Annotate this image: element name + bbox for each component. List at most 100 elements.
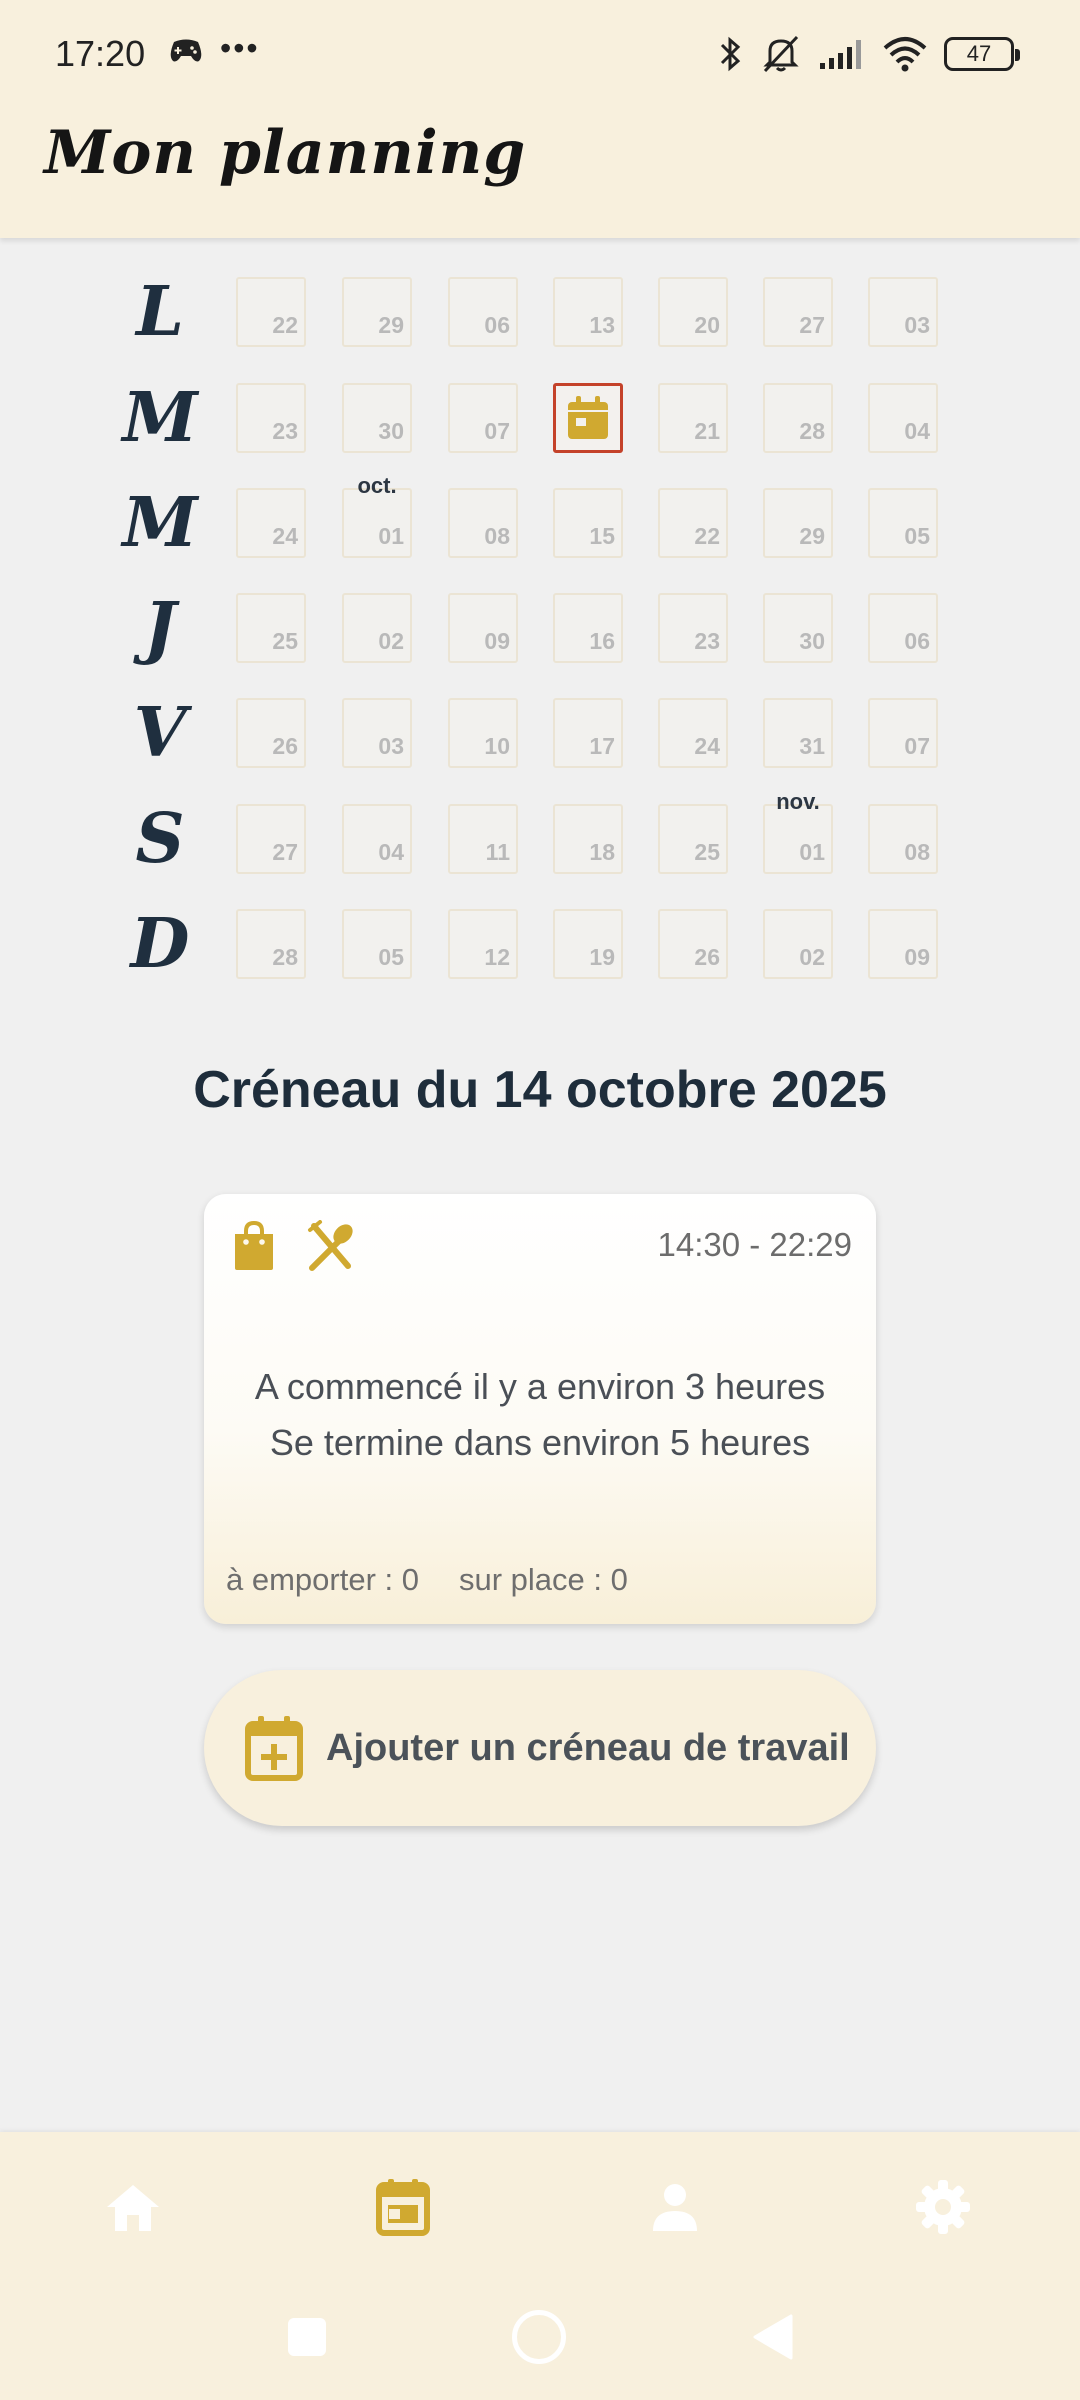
slot-heading: Créneau du 14 octobre 2025 xyxy=(193,1061,887,1119)
calendar-day[interactable]: 12 xyxy=(448,909,518,979)
calendar-day[interactable]: 31 xyxy=(763,698,833,768)
calendar-day[interactable]: 05 xyxy=(868,488,938,558)
calendar-day[interactable]: 08 xyxy=(868,804,938,874)
calendar-day[interactable]: 04 xyxy=(868,383,938,453)
calendar-day[interactable]: 20 xyxy=(658,277,728,347)
nav-home[interactable] xyxy=(98,2172,168,2242)
calendar-day[interactable]: 22 xyxy=(236,277,306,347)
add-shift-button[interactable]: Ajouter un créneau de travail xyxy=(204,1670,876,1826)
calendar-day-number: 25 xyxy=(694,839,720,865)
calendar-day[interactable]: 29 xyxy=(763,488,833,558)
calendar-day[interactable]: 27 xyxy=(236,804,306,874)
calendar-day[interactable]: 02 xyxy=(342,593,412,663)
calendar-day-number: 23 xyxy=(694,628,720,654)
slot-counts: à emporter : 0 sur place : 0 xyxy=(226,1562,628,1598)
dine-in-count: sur place : 0 xyxy=(458,1562,628,1597)
recent-apps-button[interactable] xyxy=(272,2302,342,2372)
calendar-day-number: 17 xyxy=(589,733,615,759)
home-icon xyxy=(107,2185,159,2231)
calendar-day[interactable]: 09 xyxy=(868,909,938,979)
calendar-day-number: 04 xyxy=(904,418,930,444)
calendar-day[interactable]: 19 xyxy=(553,909,623,979)
add-shift-label: Ajouter un créneau de travail xyxy=(326,1726,850,1769)
calendar-day[interactable]: 28 xyxy=(236,909,306,979)
calendar-day-number: 28 xyxy=(272,944,298,970)
calendar-day-number: 03 xyxy=(378,733,404,759)
calendar-day[interactable]: 23 xyxy=(658,593,728,663)
nav-planning[interactable] xyxy=(368,2172,438,2242)
calendar-day[interactable]: 17 xyxy=(553,698,623,768)
calendar-day[interactable]: 02 xyxy=(763,909,833,979)
calendar-day[interactable]: 25 xyxy=(658,804,728,874)
nav-profile[interactable] xyxy=(640,2172,710,2242)
calendar-day[interactable]: 21 xyxy=(658,383,728,453)
calendar-plus-icon xyxy=(245,1716,303,1781)
calendar-day[interactable]: 03 xyxy=(342,698,412,768)
calendar-day-number: 10 xyxy=(484,733,510,759)
calendar-day[interactable]: 06 xyxy=(868,593,938,663)
calendar-day[interactable]: 08 xyxy=(448,488,518,558)
back-button[interactable] xyxy=(738,2302,808,2372)
calendar-day-number: 25 xyxy=(272,628,298,654)
square-icon xyxy=(288,2318,326,2356)
calendar-day-number: 27 xyxy=(272,839,298,865)
calendar-day[interactable]: 29 xyxy=(342,277,412,347)
calendar-day[interactable]: 25 xyxy=(236,593,306,663)
calendar-day[interactable]: 07 xyxy=(448,383,518,453)
calendar-day[interactable]: 27 xyxy=(763,277,833,347)
bluetooth-icon xyxy=(720,36,741,72)
calendar-day[interactable]: 15 xyxy=(553,488,623,558)
weekday-label: S xyxy=(135,799,185,879)
calendar-day[interactable]: 30 xyxy=(763,593,833,663)
weekday-label: L xyxy=(136,272,184,352)
utensils-icon xyxy=(308,1220,353,1271)
calendar-day-number: 02 xyxy=(378,628,404,654)
circle-icon xyxy=(512,2310,566,2364)
calendar-day[interactable]: 24 xyxy=(236,488,306,558)
calendar-day[interactable]: 26 xyxy=(236,698,306,768)
calendar-day-number: 23 xyxy=(272,418,298,444)
calendar-day[interactable]: 04 xyxy=(342,804,412,874)
shift-card[interactable]: 14:30 - 22:29 A commencé il y a environ … xyxy=(204,1194,876,1624)
calendar-day[interactable]: 16 xyxy=(553,593,623,663)
slot-ends-text: Se termine dans environ 5 heures xyxy=(269,1422,811,1463)
calendar-day-number: 29 xyxy=(799,523,825,549)
calendar-day-number: 04 xyxy=(378,839,404,865)
calendar-day-number: 01 xyxy=(799,839,825,865)
calendar-day[interactable]: 13 xyxy=(553,277,623,347)
calendar-day-number: 26 xyxy=(272,733,298,759)
calendar-day[interactable]: 23 xyxy=(236,383,306,453)
weekday-label: M xyxy=(122,483,198,563)
calendar-day[interactable]: 30 xyxy=(342,383,412,453)
calendar-day[interactable]: 24 xyxy=(658,698,728,768)
calendar-day-number: 21 xyxy=(694,418,720,444)
calendar-day[interactable]: 05 xyxy=(342,909,412,979)
calendar-day-number: 11 xyxy=(485,839,510,865)
status-time: 17:20 xyxy=(55,33,146,74)
calendar-day-number: 08 xyxy=(484,523,510,549)
calendar-day-number: 15 xyxy=(589,523,615,549)
nav-settings[interactable] xyxy=(908,2172,978,2242)
calendar-day-number: 06 xyxy=(904,628,930,654)
back-triangle-icon xyxy=(753,2314,793,2360)
calendar-day-number: 29 xyxy=(378,312,404,338)
calendar-day-selected[interactable] xyxy=(553,383,623,453)
calendar-day-number: 24 xyxy=(694,733,720,759)
calendar-day[interactable]: 07 xyxy=(868,698,938,768)
calendar-day[interactable]: 28 xyxy=(763,383,833,453)
app-header: 17:20 ••• 47 Mon planning xyxy=(0,0,1080,238)
calendar-day[interactable]: 22 xyxy=(658,488,728,558)
calendar-day[interactable]: 26 xyxy=(658,909,728,979)
calendar-day-number: 28 xyxy=(799,418,825,444)
calendar-day[interactable]: 06 xyxy=(448,277,518,347)
calendar-day[interactable]: 11 xyxy=(448,804,518,874)
calendar-day[interactable]: 03 xyxy=(868,277,938,347)
calendar-day-number: 18 xyxy=(589,839,615,865)
calendar-day[interactable]: 09 xyxy=(448,593,518,663)
calendar-day[interactable]: 18 xyxy=(553,804,623,874)
calendar-day[interactable]: 10 xyxy=(448,698,518,768)
home-system-button[interactable] xyxy=(504,2302,574,2372)
calendar-day-number: 30 xyxy=(378,418,404,444)
month-label-nov: nov. xyxy=(776,789,820,814)
calendar-day-number: 06 xyxy=(484,312,510,338)
